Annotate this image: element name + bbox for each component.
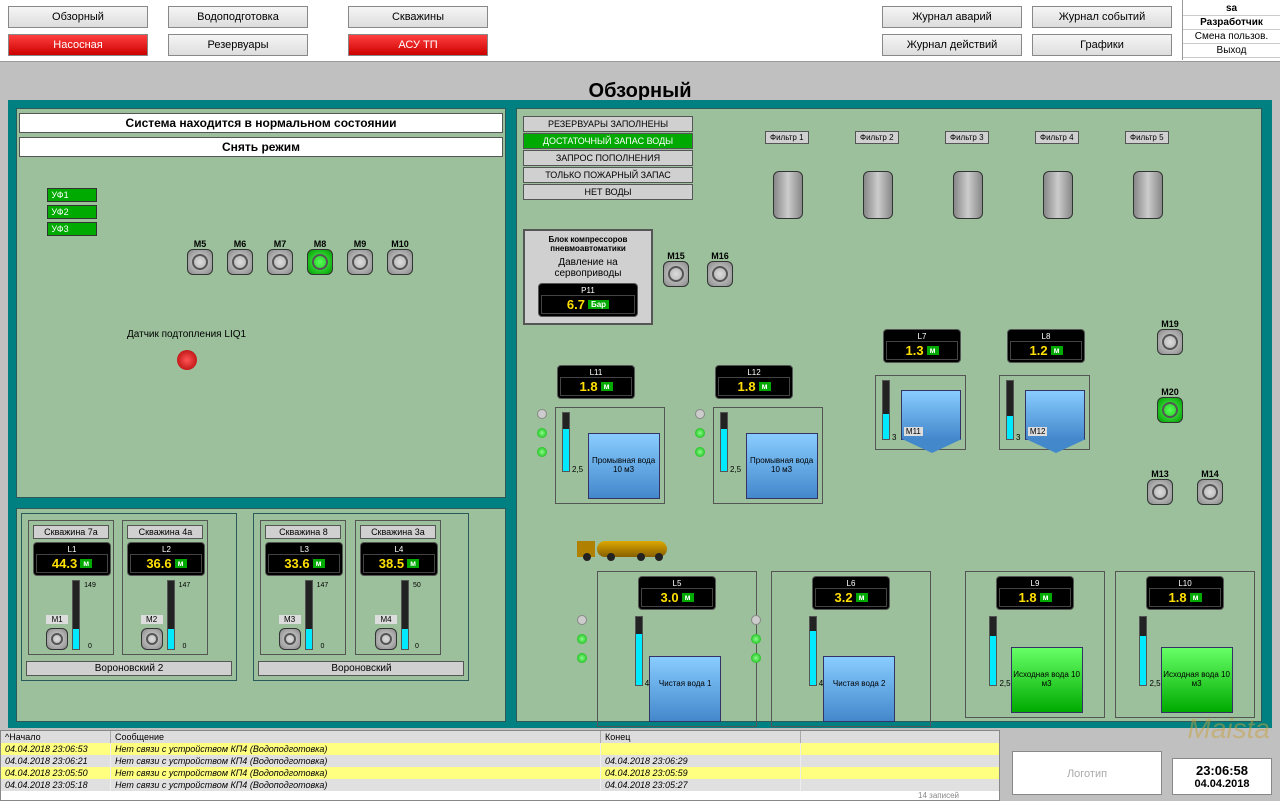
- main-scada: Система находится в нормальном состоянии…: [8, 100, 1272, 728]
- pump-label: М5: [187, 239, 213, 249]
- filter-5[interactable]: [1133, 171, 1163, 219]
- pump-m9[interactable]: [347, 249, 373, 275]
- source-tank-1[interactable]: L91.8м 2,5Исходная вода 10 м3: [965, 571, 1105, 718]
- user-role: Разработчик: [1183, 16, 1280, 30]
- pump-label: М10: [387, 239, 413, 249]
- alarm-panel[interactable]: ^Начало Сообщение Конец 04.04.2018 23:06…: [0, 730, 1000, 801]
- wells-panel: Скважина 7а L144.3м M1 1490 Скважина 4а …: [16, 508, 506, 722]
- status-item: НЕТ ВОДЫ: [523, 184, 693, 200]
- nav-graphs[interactable]: Графики: [1032, 34, 1172, 56]
- pump-m14[interactable]: [1197, 479, 1223, 505]
- clock-date: 04.04.2018: [1177, 778, 1267, 790]
- wash-tank-1[interactable]: 2,5 Промывная вода 10 м3: [555, 407, 665, 504]
- compressor-subtitle: Давление на сервоприводы: [529, 257, 647, 279]
- change-user-link[interactable]: Смена пользов.: [1183, 30, 1280, 44]
- status-item: РЕЗЕРВУАРЫ ЗАПОЛНЕНЫ: [523, 116, 693, 132]
- well-4a[interactable]: Скважина 4а L236.6м M2 1470: [122, 520, 208, 655]
- status-item: ТОЛЬКО ПОЖАРНЫЙ ЗАПАС: [523, 167, 693, 183]
- alarm-count: 14 записей: [1, 791, 999, 800]
- filter-4-label: Фильтр 4: [1035, 131, 1079, 144]
- clean-tank-1[interactable]: L53.0м 4Чистая вода 1: [597, 571, 757, 727]
- well-8[interactable]: Скважина 8 L333.6м M3 1470: [260, 520, 346, 655]
- pump-m19[interactable]: [1157, 329, 1183, 355]
- source-tank-2[interactable]: L101.8м 2,5Исходная вода 10 м3: [1115, 571, 1255, 718]
- sensor-label: Датчик подтопления LIQ1: [127, 329, 246, 340]
- nav-asu-tp[interactable]: АСУ ТП: [348, 34, 488, 56]
- status-item-active: ДОСТАТОЧНЫЙ ЗАПАС ВОДЫ: [523, 133, 693, 149]
- uv2-indicator[interactable]: УФ2: [47, 205, 97, 219]
- pump-m15[interactable]: [663, 261, 689, 287]
- left-panel: Система находится в нормальном состоянии…: [16, 108, 506, 498]
- reservoir-status-list: РЕЗЕРВУАРЫ ЗАПОЛНЕНЫ ДОСТАТОЧНЫЙ ЗАПАС В…: [523, 115, 693, 201]
- alarm-row[interactable]: 04.04.2018 23:06:21Нет связи с устройств…: [1, 755, 999, 767]
- alarm-header: ^Начало Сообщение Конец: [1, 731, 999, 743]
- pump-label: М6: [227, 239, 253, 249]
- clock-time: 23:06:58: [1177, 763, 1267, 778]
- compressor-panel[interactable]: Блок компрессоров пневмоавтоматики Давле…: [523, 229, 653, 325]
- compressor-title: Блок компрессоров пневмоавтоматики: [529, 235, 647, 253]
- pump-label: М7: [267, 239, 293, 249]
- hopper-m11[interactable]: 3 M11: [875, 375, 966, 450]
- alarm-row[interactable]: 04.04.2018 23:05:50Нет связи с устройств…: [1, 767, 999, 779]
- well-3a[interactable]: Скважина 3а L438.5м M4 500: [355, 520, 441, 655]
- nav-reservoirs[interactable]: Резервуары: [168, 34, 308, 56]
- filter-2[interactable]: [863, 171, 893, 219]
- filter-3[interactable]: [953, 171, 983, 219]
- clock: 23:06:58 04.04.2018: [1172, 758, 1272, 795]
- pump-m13[interactable]: [1147, 479, 1173, 505]
- well-group-label: Вороновский 2: [26, 661, 232, 676]
- well-7a[interactable]: Скважина 7а L144.3м M1 1490: [28, 520, 114, 655]
- pump-m8[interactable]: [307, 249, 333, 275]
- logo-placeholder: Логотип: [1012, 751, 1162, 795]
- well-group-label: Вороновский: [258, 661, 464, 676]
- mode-button[interactable]: Снять режим: [19, 137, 503, 157]
- top-toolbar: Обзорный Водоподготовка Скважины Насосна…: [0, 0, 1280, 62]
- nav-action-log[interactable]: Журнал действий: [882, 34, 1022, 56]
- status-item: ЗАПРОС ПОПОЛНЕНИЯ: [523, 150, 693, 166]
- pump-m5[interactable]: [187, 249, 213, 275]
- truck-icon: [577, 537, 677, 561]
- uv3-indicator[interactable]: УФ3: [47, 222, 97, 236]
- pump-m10[interactable]: [387, 249, 413, 275]
- nav-wells[interactable]: Скважины: [348, 6, 488, 28]
- right-panel: РЕЗЕРВУАРЫ ЗАПОЛНЕНЫ ДОСТАТОЧНЫЙ ЗАПАС В…: [516, 108, 1262, 722]
- filter-5-label: Фильтр 5: [1125, 131, 1169, 144]
- hopper-m12[interactable]: 3 M12: [999, 375, 1090, 450]
- user-block: sa Разработчик Смена пользов. Выход: [1182, 0, 1280, 60]
- nav-overview[interactable]: Обзорный: [8, 6, 148, 28]
- filter-4[interactable]: [1043, 171, 1073, 219]
- nav-event-log[interactable]: Журнал событий: [1032, 6, 1172, 28]
- nav-alarm-log[interactable]: Журнал аварий: [882, 6, 1022, 28]
- logout-link[interactable]: Выход: [1183, 44, 1280, 58]
- alarm-row[interactable]: 04.04.2018 23:06:53Нет связи с устройств…: [1, 743, 999, 755]
- pump-m6[interactable]: [227, 249, 253, 275]
- uv1-indicator[interactable]: УФ1: [47, 188, 97, 202]
- system-status: Система находится в нормальном состоянии: [19, 113, 503, 133]
- filter-3-label: Фильтр 3: [945, 131, 989, 144]
- filter-1-label: Фильтр 1: [765, 131, 809, 144]
- pump-m16[interactable]: [707, 261, 733, 287]
- flood-sensor-icon[interactable]: [177, 350, 197, 370]
- nav-water-treatment[interactable]: Водоподготовка: [168, 6, 308, 28]
- filter-1[interactable]: [773, 171, 803, 219]
- user-name: sa: [1183, 2, 1280, 16]
- clean-tank-2[interactable]: L63.2м 4Чистая вода 2: [771, 571, 931, 727]
- alarm-row[interactable]: 04.04.2018 23:05:18Нет связи с устройств…: [1, 779, 999, 791]
- pump-m7[interactable]: [267, 249, 293, 275]
- pump-m20[interactable]: [1157, 397, 1183, 423]
- pump-label: М8: [307, 239, 333, 249]
- pump-label: М9: [347, 239, 373, 249]
- nav-pumping[interactable]: Насосная: [8, 34, 148, 56]
- filter-2-label: Фильтр 2: [855, 131, 899, 144]
- wash-tank-2[interactable]: 2,5 Промывная вода 10 м3: [713, 407, 823, 504]
